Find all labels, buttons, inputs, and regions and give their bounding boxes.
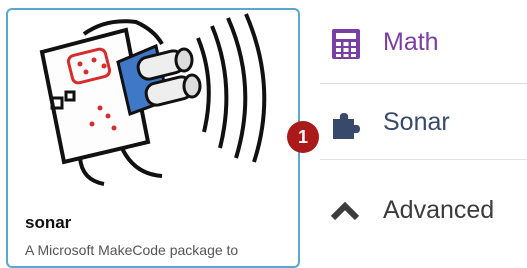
package-title: sonar bbox=[25, 213, 72, 232]
toolbox-item-math[interactable]: Math bbox=[320, 0, 527, 84]
package-card[interactable]: sonar A Microsoft MakeCode package to bbox=[6, 8, 300, 268]
package-description: A Microsoft MakeCode package to bbox=[25, 242, 239, 258]
calculator-icon bbox=[332, 29, 360, 59]
sonar-package-illustration bbox=[39, 13, 267, 186]
toolbox-item-label: Sonar bbox=[383, 108, 450, 136]
puzzle-piece-icon bbox=[333, 113, 360, 139]
toolbox-item-sonar[interactable]: Sonar bbox=[320, 84, 527, 160]
toolbox-item-label: Advanced bbox=[383, 196, 495, 224]
toolbox-item-advanced[interactable]: Advanced bbox=[320, 160, 527, 252]
chevron-up-icon bbox=[330, 201, 360, 221]
step-badge: 1 bbox=[287, 121, 319, 153]
toolbox-item-label: Math bbox=[383, 28, 439, 56]
